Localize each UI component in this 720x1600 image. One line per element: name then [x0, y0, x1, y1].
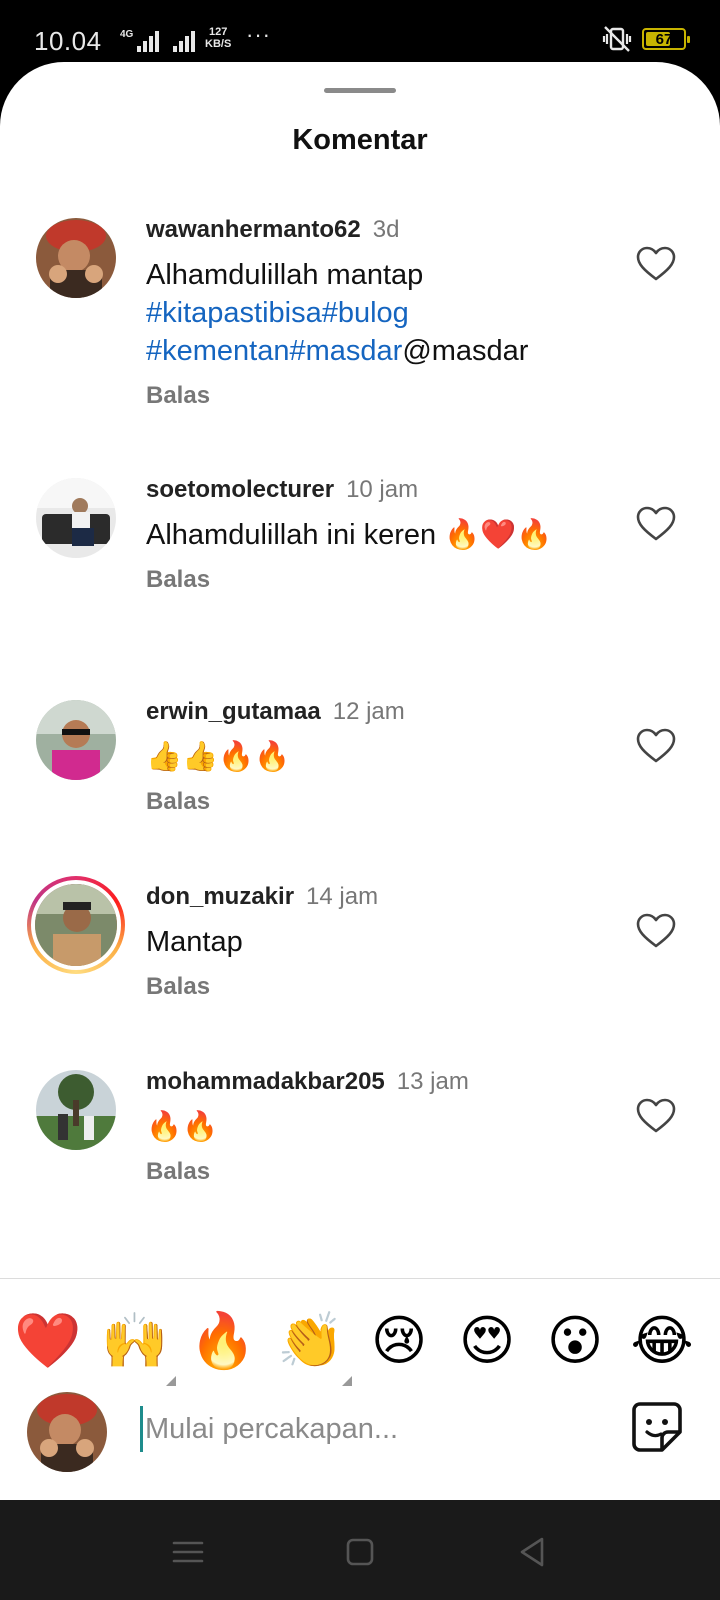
- like-heart-icon[interactable]: [636, 506, 676, 542]
- battery-level: 67: [655, 30, 673, 48]
- reaction-fire-emoji[interactable]: 🔥: [188, 1306, 258, 1376]
- vibrate-mute-icon: [602, 26, 632, 52]
- signal-icon: [137, 30, 160, 52]
- menu-icon[interactable]: [168, 1532, 208, 1572]
- comment-body: wawanhermanto62 3d Alhamdulillah mantap #…: [146, 214, 610, 410]
- network-indicators: 4G: [120, 24, 196, 52]
- comment-time: 10 jam: [346, 476, 419, 503]
- skin-tone-indicator-icon: [342, 1376, 352, 1386]
- comment-username[interactable]: mohammadakbar205: [146, 1068, 385, 1095]
- avatar-image: [36, 218, 116, 298]
- like-heart-icon[interactable]: [636, 728, 676, 764]
- mention-link[interactable]: @masdar: [402, 335, 528, 367]
- reaction-laughing-emoji[interactable]: 😂: [627, 1306, 697, 1376]
- back-icon[interactable]: [512, 1532, 552, 1572]
- comment-input[interactable]: [140, 1406, 580, 1452]
- comment-body: soetomolecturer 10 jam Alhamdulillah ini …: [146, 474, 610, 594]
- system-nav-bar: [0, 1500, 720, 1600]
- hashtag-link[interactable]: #kitapastibisa: [146, 297, 322, 329]
- avatar-image: [35, 884, 117, 966]
- comment-time: 13 jam: [396, 1068, 469, 1095]
- like-heart-icon[interactable]: [636, 913, 676, 949]
- reaction-heart-eyes-emoji[interactable]: 😍: [452, 1306, 522, 1376]
- avatar[interactable]: [36, 478, 116, 558]
- reaction-heart-emoji[interactable]: ❤️: [13, 1306, 83, 1376]
- reaction-clapping-emoji[interactable]: 👏: [276, 1306, 346, 1376]
- reply-button[interactable]: Balas: [146, 788, 610, 816]
- avatar[interactable]: [36, 700, 116, 780]
- hashtag-link[interactable]: #masdar: [290, 335, 403, 367]
- sticker-icon[interactable]: [630, 1400, 684, 1454]
- hashtag-link[interactable]: #kementan: [146, 335, 290, 367]
- comment-text: Mantap: [146, 926, 243, 958]
- avatar-image: [36, 700, 116, 780]
- speed-value: 127: [208, 26, 228, 38]
- avatar-image: [36, 1070, 116, 1150]
- battery-icon: 67: [642, 28, 690, 50]
- avatar[interactable]: [36, 218, 116, 298]
- avatar[interactable]: [36, 1070, 116, 1150]
- comment-body: don_muzakir 14 jam Mantap Balas: [146, 881, 610, 1001]
- comments-sheet: Komentar wawanhermanto62 3d Alhamdulillah…: [0, 62, 720, 1500]
- like-heart-icon[interactable]: [636, 246, 676, 282]
- like-heart-icon[interactable]: [636, 1098, 676, 1134]
- skin-tone-indicator-icon: [166, 1376, 176, 1386]
- reply-button[interactable]: Balas: [146, 973, 610, 1001]
- comment-text: Alhamdulillah mantap #kitapastibisa#bulo…: [146, 256, 610, 370]
- divider: [0, 1278, 720, 1279]
- comment-time: 12 jam: [332, 698, 405, 725]
- comment-text: 🔥🔥: [146, 1111, 219, 1143]
- comment-username[interactable]: soetomolecturer: [146, 476, 334, 503]
- comment-text-plain: Alhamdulillah mantap: [146, 259, 424, 291]
- reply-button[interactable]: Balas: [146, 382, 610, 410]
- reply-button[interactable]: Balas: [146, 566, 610, 594]
- status-right: 67: [602, 26, 690, 52]
- reply-button[interactable]: Balas: [146, 1158, 610, 1186]
- comment-time: 3d: [372, 216, 400, 243]
- comment-text: Alhamdulillah ini keren 🔥❤️🔥: [146, 519, 553, 551]
- comment-username[interactable]: don_muzakir: [146, 883, 294, 910]
- speed-unit: KB/S: [205, 38, 232, 50]
- my-avatar: [27, 1392, 107, 1472]
- reaction-surprised-emoji[interactable]: 😮: [540, 1306, 610, 1376]
- avatar-story-ring[interactable]: [27, 876, 125, 974]
- status-time: 10.04: [34, 26, 102, 56]
- avatar: [31, 880, 121, 970]
- avatar-image: [27, 1392, 107, 1472]
- status-overflow-icon: ···: [246, 22, 271, 47]
- drag-handle[interactable]: [324, 88, 396, 93]
- comment-username[interactable]: wawanhermanto62: [146, 216, 361, 243]
- network-speed: 127 KB/S: [205, 26, 231, 50]
- comment-username[interactable]: erwin_gutamaa: [146, 698, 321, 725]
- comment-composer: [0, 1392, 720, 1482]
- comment-time: 14 jam: [306, 883, 379, 910]
- avatar-image: [36, 478, 116, 558]
- home-icon[interactable]: [340, 1532, 380, 1572]
- status-bar: 10.04 4G 127 KB/S ··· 67: [0, 0, 720, 62]
- signal-icon-2: [173, 30, 196, 52]
- comment-body: mohammadakbar205 13 jam 🔥🔥 Balas: [146, 1066, 610, 1186]
- reaction-crying-emoji[interactable]: 😢: [364, 1306, 434, 1376]
- quick-reaction-bar: ❤️ 🙌 🔥 👏 😢 😍 😮 😂: [0, 1284, 720, 1386]
- sheet-title: Komentar: [292, 124, 428, 156]
- comment-text: 👍👍🔥🔥: [146, 741, 291, 773]
- hashtag-link[interactable]: #bulog: [322, 297, 409, 329]
- reaction-raising-hands-emoji[interactable]: 🙌: [100, 1306, 170, 1376]
- comment-body: erwin_gutamaa 12 jam 👍👍🔥🔥 Balas: [146, 696, 610, 816]
- network-type-label: 4G: [120, 29, 134, 40]
